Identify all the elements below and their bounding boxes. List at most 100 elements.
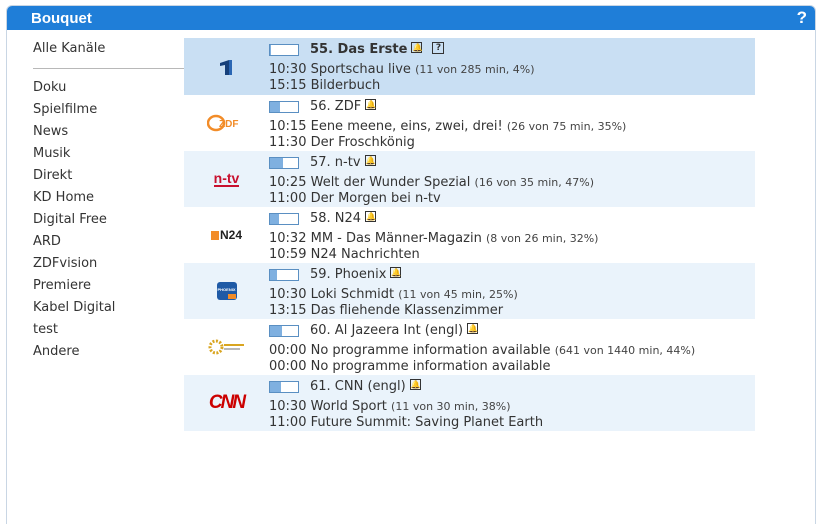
channel-info: 60. Al Jazeera Int (engl) 🔔 00:00 No pro… [269,319,755,375]
now-programme: 10:25 Welt der Wunder Spezial (16 von 35… [269,175,755,191]
das-erste-logo[interactable] [184,38,269,95]
next-time: 11:00 [269,415,307,430]
now-title[interactable]: Eene meene, eins, zwei, drei! [311,119,503,134]
next-title[interactable]: Das fliehende Klassenzimmer [311,303,504,318]
channel-row[interactable]: 60. Al Jazeera Int (engl) 🔔 00:00 No pro… [184,319,755,375]
sidebar-item-news[interactable]: News [7,121,184,143]
sidebar-item-digital-free[interactable]: Digital Free [7,209,184,231]
progress-fill [270,325,283,336]
sidebar-item-spielfilme[interactable]: Spielfilme [7,99,184,121]
now-title[interactable]: Welt der Wunder Spezial [311,175,471,190]
next-title[interactable]: Der Morgen bei n-tv [311,191,441,206]
phoenix-logo[interactable]: PHOENIX [184,263,269,319]
bouquet-panel: Bouquet ? Alle Kanäle Doku Spielfilme Ne… [6,5,816,524]
n24-logo-text: N24 [219,228,242,242]
next-time: 13:15 [269,303,307,318]
help-icon[interactable]: ? [432,41,445,54]
n-tv-logo[interactable]: n-tv [184,151,269,207]
epg-icon[interactable]: 🔔 [467,323,479,334]
channel-row[interactable]: CNN 61. CNN (engl) 🔔 10:30 World Sport (… [184,375,755,431]
progress-bar [269,100,299,113]
help-button[interactable]: ? [797,8,807,28]
zdf-logo[interactable]: ZDF [184,95,269,151]
next-title[interactable]: Bilderbuch [311,78,381,93]
now-title[interactable]: No programme information available [311,343,551,358]
channel-row[interactable]: 55. Das Erste 🔔 ? 10:30 Sportschau live … [184,38,755,95]
epg-icon[interactable]: 🔔 [365,99,377,110]
progress-fill [270,44,272,55]
progress-bar [269,156,299,169]
al-jazeera-logo-graphic [208,339,244,355]
channel-info: 57. n-tv 🔔 10:25 Welt der Wunder Spezial… [269,151,755,207]
sidebar-item-ard[interactable]: ARD [7,231,184,253]
next-title[interactable]: Der Froschkönig [311,135,415,150]
sidebar-list: Doku Spielfilme News Musik Direkt KD Hom… [7,77,184,363]
n24-logo[interactable]: N24 [184,207,269,263]
channel-row[interactable]: n-tv 57. n-tv 🔔 10:25 Welt der Wunder Sp… [184,151,755,207]
channel-row[interactable]: N24 58. N24 🔔 10:32 MM - Das Männer-Maga… [184,207,755,263]
sidebar-item-zdfvision[interactable]: ZDFvision [7,253,184,275]
channel-row[interactable]: PHOENIX 59. Phoenix 🔔 10:30 Loki Schmidt… [184,263,755,319]
epg-icon[interactable]: 🔔 [390,267,402,278]
now-title[interactable]: Sportschau live [311,62,411,77]
panel-title: Bouquet [31,9,92,27]
next-programme: 11:00 Future Summit: Saving Planet Earth [269,415,755,431]
next-title[interactable]: N24 Nachrichten [311,247,420,262]
now-time: 10:30 [269,62,307,77]
sidebar-item-alle-kanaele[interactable]: Alle Kanäle [7,38,184,60]
now-time: 10:25 [269,175,307,190]
channel-name[interactable]: 61. CNN (engl) [310,379,406,394]
progress-fill [270,157,284,168]
channel-name[interactable]: 56. ZDF [310,99,361,114]
cnn-logo[interactable]: CNN [184,375,269,431]
channel-name[interactable]: 57. n-tv [310,155,361,170]
now-title[interactable]: MM - Das Männer-Magazin [311,231,482,246]
sidebar-item-premiere[interactable]: Premiere [7,275,184,297]
channel-header: 56. ZDF 🔔 [269,98,755,115]
channel-info: 58. N24 🔔 10:32 MM - Das Männer-Magazin … [269,207,755,263]
sidebar-item-kd-home[interactable]: KD Home [7,187,184,209]
now-programme: 10:15 Eene meene, eins, zwei, drei! (26 … [269,119,755,135]
now-info: (26 von 75 min, 35%) [506,120,627,133]
channel-name[interactable]: 59. Phoenix [310,267,386,282]
sidebar-item-musik[interactable]: Musik [7,143,184,165]
now-programme: 10:30 Loki Schmidt (11 von 45 min, 25%) [269,287,755,303]
next-title[interactable]: No programme information available [311,359,551,374]
al-jazeera-logo[interactable] [184,319,269,375]
epg-icon[interactable]: 🔔 [411,42,423,53]
progress-bar [269,268,299,281]
progress-bar [269,324,299,337]
zdf-logo-text: ZDF [219,119,238,130]
channel-header: 61. CNN (engl) 🔔 [269,378,755,395]
progress-fill [270,213,279,224]
channel-name[interactable]: 58. N24 [310,211,361,226]
now-info: (16 von 35 min, 47%) [474,176,594,189]
now-time: 10:32 [269,231,307,246]
now-title[interactable]: World Sport [311,399,387,414]
channel-row[interactable]: ZDF 56. ZDF 🔔 10:15 Eene meene, eins, zw… [184,95,755,151]
das-erste-logo-graphic [219,59,232,75]
next-time: 10:59 [269,247,307,262]
progress-bar [269,43,299,56]
now-info: (11 von 30 min, 38%) [391,400,511,413]
sidebar-divider [33,68,184,69]
now-programme: 10:30 World Sport (11 von 30 min, 38%) [269,399,755,415]
now-title[interactable]: Loki Schmidt [311,287,395,302]
channel-info: 59. Phoenix 🔔 10:30 Loki Schmidt (11 von… [269,263,755,319]
channel-list: 55. Das Erste 🔔 ? 10:30 Sportschau live … [184,38,755,431]
channel-name[interactable]: 60. Al Jazeera Int (engl) [310,323,463,338]
progress-fill [270,101,280,112]
channel-info: 56. ZDF 🔔 10:15 Eene meene, eins, zwei, … [269,95,755,151]
now-info: (8 von 26 min, 32%) [485,232,599,245]
sidebar-item-doku[interactable]: Doku [7,77,184,99]
sidebar-item-andere[interactable]: Andere [7,341,184,363]
epg-icon[interactable]: 🔔 [364,155,376,166]
sidebar-item-direkt[interactable]: Direkt [7,165,184,187]
channel-name[interactable]: 55. Das Erste [310,42,407,57]
sidebar-item-kabel-digital[interactable]: Kabel Digital [7,297,184,319]
epg-icon[interactable]: 🔔 [365,211,377,222]
next-title[interactable]: Future Summit: Saving Planet Earth [311,415,543,430]
now-programme: 10:30 Sportschau live (11 von 285 min, 4… [269,62,755,78]
sidebar-item-test[interactable]: test [7,319,184,341]
epg-icon[interactable]: 🔔 [409,379,421,390]
